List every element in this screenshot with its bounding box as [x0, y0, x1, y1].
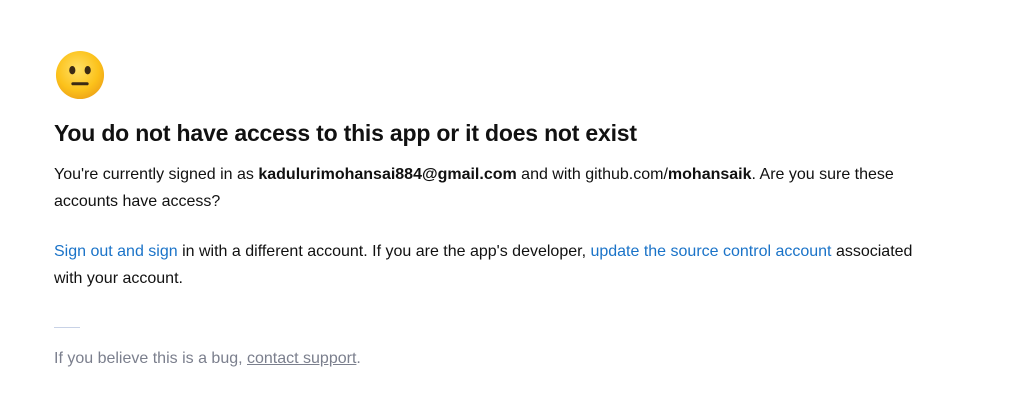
access-denied-page: You do not have access to this app or it…	[54, 50, 914, 372]
signed-in-prefix: You're currently signed in as	[54, 166, 259, 183]
signed-in-middle: and with github.com/	[516, 166, 668, 183]
action-message: Sign out and sign in with a different ac…	[54, 238, 914, 292]
signed-in-message: You're currently signed in as kadulurimo…	[54, 161, 914, 215]
action-middle: in with a different account. If you are …	[177, 243, 591, 260]
footer-prefix: If you believe this is a bug,	[54, 350, 247, 367]
neutral-face-emoji-icon	[55, 50, 105, 100]
github-username: mohansaik	[667, 166, 752, 183]
sign-out-link[interactable]: Sign out and sign	[54, 243, 178, 260]
footer-suffix: .	[356, 350, 361, 367]
update-source-control-link[interactable]: update the source control account	[590, 243, 831, 260]
page-title: You do not have access to this app or it…	[54, 120, 637, 146]
contact-support-link[interactable]: contact support	[247, 350, 356, 367]
signed-in-email: kadulurimohansai884@gmail.com	[258, 166, 517, 183]
divider	[54, 327, 80, 328]
bug-report-footer: If you believe this is a bug, contact su…	[54, 345, 914, 372]
